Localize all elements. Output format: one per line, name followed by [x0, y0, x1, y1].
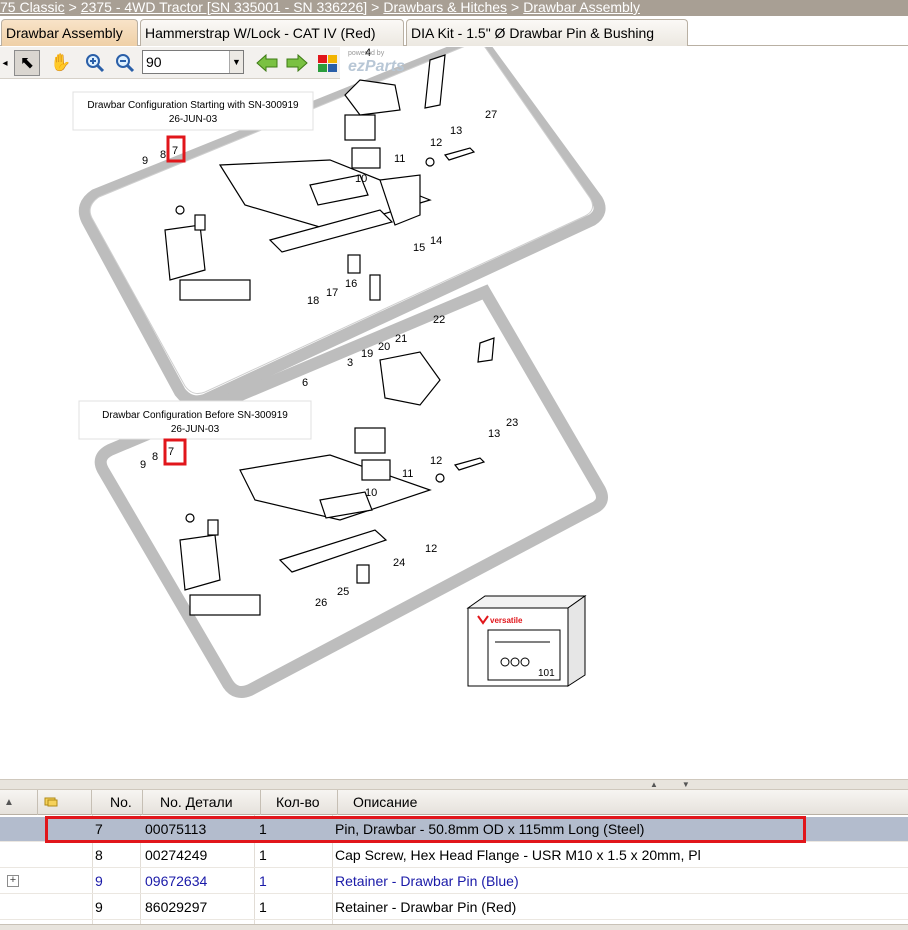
ezparts-logo-icon — [316, 51, 340, 75]
cell-no: 9 — [95, 873, 103, 889]
tab-hammerstrap[interactable]: Hammerstrap W/Lock - CAT IV (Red) — [140, 19, 404, 46]
parts-diagram[interactable]: Drawbar Configuration Starting with SN-3… — [0, 32, 908, 777]
kit-box: versatile 101 — [466, 595, 587, 687]
breadcrumb-link-current[interactable]: Drawbar Assembly — [523, 0, 640, 15]
column-header-description[interactable]: Описание — [338, 790, 908, 815]
column-header-no[interactable]: No. — [92, 790, 143, 815]
tab-dia-kit[interactable]: DIA Kit - 1.5" Ø Drawbar Pin & Bushing — [406, 19, 688, 46]
breadcrumb: 75 Classic >2375 - 4WD Tractor [SN 335001… — [0, 0, 908, 16]
svg-text:9: 9 — [140, 459, 146, 471]
cell-no: 9 — [95, 899, 103, 915]
cell-description: Cap Screw, Hex Head Flange - USR M10 x 1… — [335, 847, 701, 863]
zoom-level-value: 90 — [146, 54, 162, 70]
svg-text:19: 19 — [361, 348, 373, 360]
cell-part-number: 09672634 — [145, 873, 208, 889]
next-arrow-icon[interactable] — [284, 50, 310, 76]
svg-text:11: 11 — [402, 468, 413, 480]
svg-text:17: 17 — [326, 287, 338, 299]
cart-column-icon[interactable] — [38, 790, 92, 815]
svg-text:12: 12 — [425, 543, 437, 555]
svg-text:8: 8 — [152, 451, 158, 463]
svg-text:7: 7 — [168, 446, 174, 458]
svg-text:23: 23 — [506, 417, 518, 429]
bottom-caption-line1: Drawbar Configuration Before SN-300919 — [102, 410, 288, 421]
svg-text:22: 22 — [433, 314, 445, 326]
svg-text:13: 13 — [488, 428, 500, 440]
svg-text:20: 20 — [378, 341, 390, 353]
breadcrumb-separator: > — [511, 0, 520, 15]
breadcrumb-link-model[interactable]: 75 Classic — [0, 0, 65, 15]
top-caption-line1: Drawbar Configuration Starting with SN-3… — [87, 100, 299, 111]
sort-toggle-icon[interactable]: ▲ — [0, 790, 38, 815]
cell-description: Retainer - Drawbar Pin (Blue) — [335, 873, 519, 889]
svg-text:15: 15 — [413, 242, 425, 254]
cell-quantity: 1 — [259, 873, 267, 889]
breadcrumb-separator: > — [371, 0, 380, 15]
ezparts-brand: ezParts — [348, 58, 405, 75]
svg-text:27: 27 — [485, 109, 497, 121]
svg-text:3: 3 — [347, 357, 353, 369]
toolbar-scroll-left-icon[interactable]: ◂ — [0, 50, 10, 76]
zoom-in-icon[interactable] — [82, 50, 108, 76]
parts-table: ▲ No. No. Детали Кол-во Описание 7 00075… — [0, 789, 908, 930]
breadcrumb-link-tractor[interactable]: 2375 - 4WD Tractor [SN 335001 - SN 33622… — [81, 0, 367, 15]
table-header: ▲ No. No. Детали Кол-во Описание — [0, 789, 908, 815]
svg-text:18: 18 — [307, 295, 319, 307]
powered-by-label: powered by — [348, 50, 385, 57]
pan-hand-icon[interactable]: ✋ — [48, 50, 74, 76]
svg-text:24: 24 — [393, 557, 405, 569]
column-header-part-number[interactable]: No. Детали — [143, 790, 261, 815]
kit-box-brand: versatile — [490, 616, 523, 625]
select-arrow-icon[interactable]: ⬉ — [14, 50, 40, 76]
zoom-out-icon[interactable] — [112, 50, 138, 76]
tab-bar: Drawbar Assembly Hammerstrap W/Lock - CA… — [0, 16, 908, 46]
table-row[interactable]: + 9 09672634 1 Retainer - Drawbar Pin (B… — [0, 869, 908, 894]
cell-no: 8 — [95, 847, 103, 863]
svg-text:7: 7 — [172, 145, 178, 157]
kit-box-number: 101 — [538, 668, 555, 679]
svg-text:9: 9 — [142, 155, 148, 167]
cell-quantity: 1 — [259, 847, 267, 863]
table-row[interactable]: 8 00274249 1 Cap Screw, Hex Head Flange … — [0, 843, 908, 868]
splitter-grip-icon[interactable]: ▲▼ — [650, 780, 714, 789]
selected-row-highlight — [45, 816, 806, 843]
breadcrumb-link-category[interactable]: Drawbars & Hitches — [383, 0, 507, 15]
zoom-level-select[interactable]: 90 ▼ — [142, 50, 244, 74]
svg-text:10: 10 — [355, 173, 367, 185]
column-header-quantity[interactable]: Кол-во — [261, 790, 338, 815]
exploded-view-drawing: Drawbar Configuration Starting with SN-3… — [72, 32, 608, 698]
pane-splitter[interactable]: ▲▼ — [0, 779, 908, 789]
svg-text:16: 16 — [345, 278, 357, 290]
cell-part-number: 86029297 — [145, 899, 208, 915]
svg-text:25: 25 — [337, 586, 349, 598]
svg-text:26: 26 — [315, 597, 327, 609]
svg-text:8: 8 — [160, 149, 166, 161]
svg-text:12: 12 — [430, 137, 442, 149]
horizontal-scrollbar[interactable] — [0, 924, 908, 930]
svg-text:12: 12 — [430, 455, 442, 467]
cell-part-number: 00274249 — [145, 847, 208, 863]
cell-quantity: 1 — [259, 899, 267, 915]
svg-text:11: 11 — [394, 153, 405, 165]
svg-text:13: 13 — [450, 125, 462, 137]
cell-description: Retainer - Drawbar Pin (Red) — [335, 899, 517, 915]
table-row[interactable]: 9 86029297 1 Retainer - Drawbar Pin (Red… — [0, 895, 908, 920]
bottom-caption-line2: 26-JUN-03 — [171, 424, 220, 435]
expand-plus-icon[interactable]: + — [7, 875, 19, 887]
svg-text:14: 14 — [430, 235, 442, 247]
svg-text:6: 6 — [302, 377, 308, 389]
svg-text:10: 10 — [365, 487, 377, 499]
chevron-down-icon[interactable]: ▼ — [229, 51, 243, 73]
tab-drawbar-assembly[interactable]: Drawbar Assembly — [1, 19, 138, 46]
svg-text:21: 21 — [395, 333, 407, 345]
breadcrumb-separator: > — [68, 0, 77, 15]
app-window: 75 Classic >2375 - 4WD Tractor [SN 335001… — [0, 0, 908, 930]
top-caption-line2: 26-JUN-03 — [169, 114, 218, 125]
viewer-toolbar: ◂ ⬉ ✋ 90 ▼ — [0, 47, 340, 79]
previous-arrow-icon[interactable] — [254, 50, 280, 76]
